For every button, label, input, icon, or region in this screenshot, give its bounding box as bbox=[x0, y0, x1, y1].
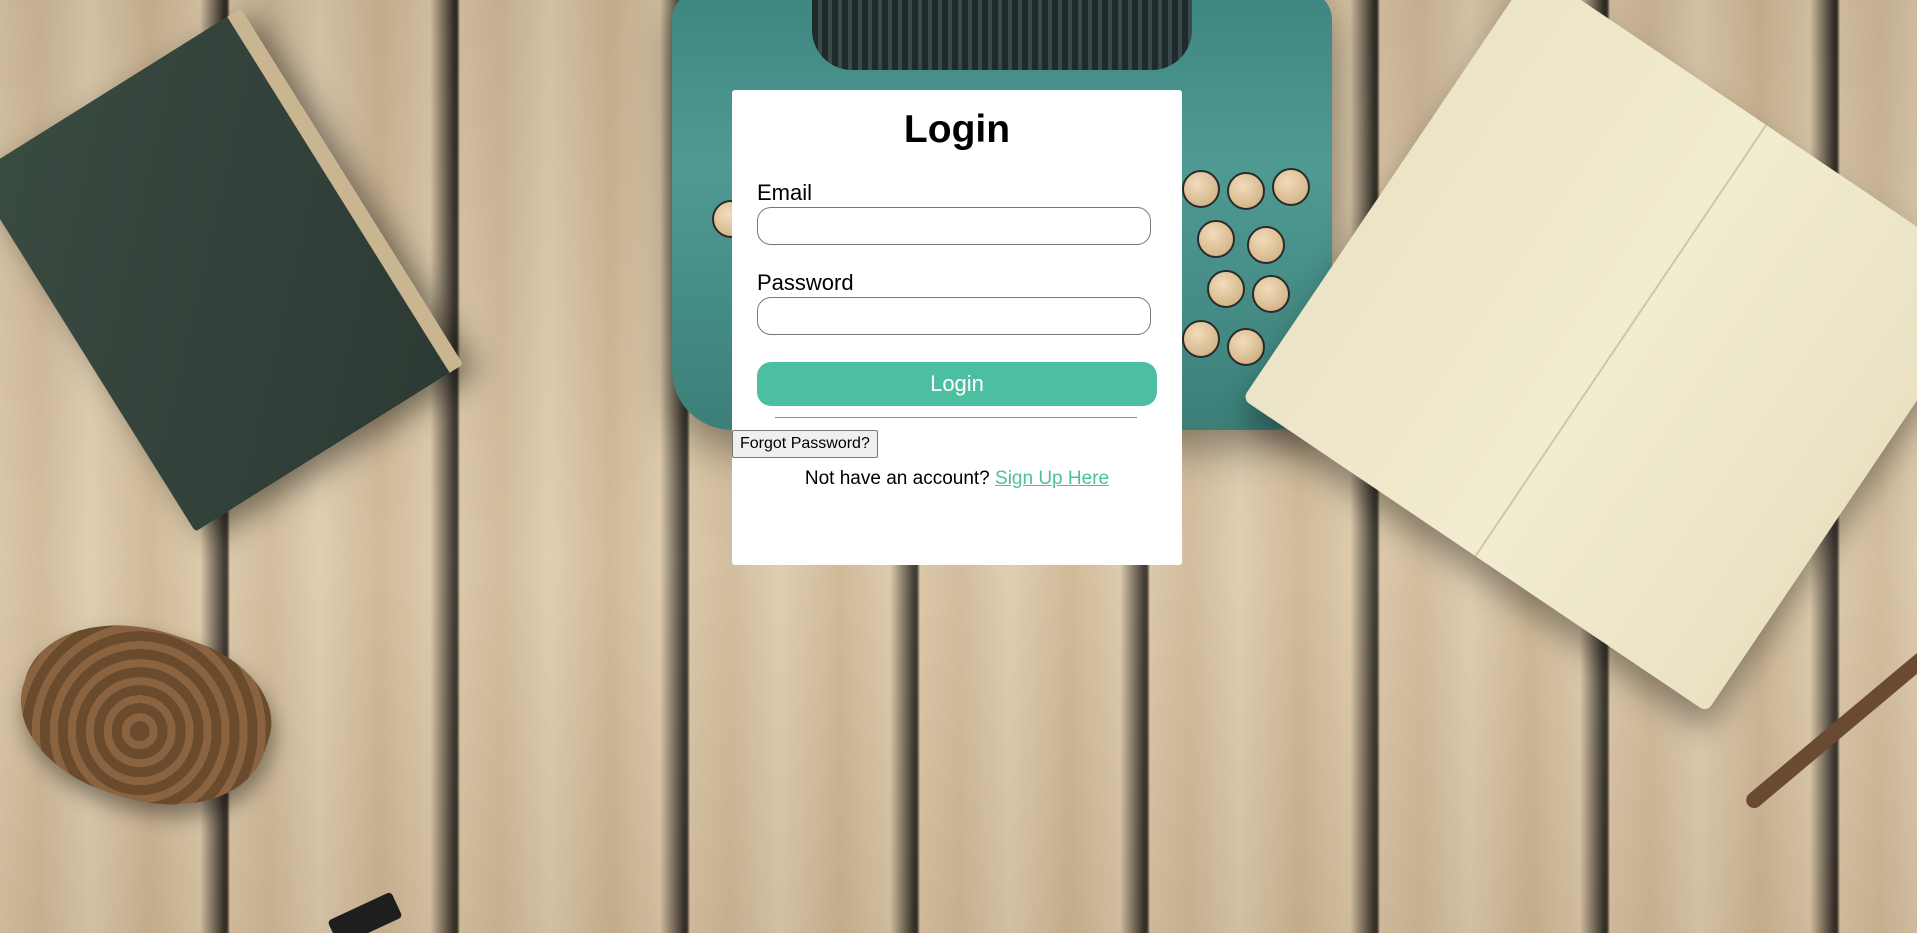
email-label: Email bbox=[757, 180, 813, 205]
login-title: Login bbox=[903, 108, 1011, 151]
typewriter-key bbox=[1247, 226, 1285, 264]
typewriter-key bbox=[1252, 275, 1290, 313]
password-input[interactable] bbox=[757, 297, 1151, 335]
signup-prompt: Not have an account? bbox=[804, 468, 990, 489]
typewriter-key bbox=[1197, 220, 1235, 258]
divider bbox=[775, 417, 1137, 418]
typewriter-key bbox=[1207, 270, 1245, 308]
forgot-password-button[interactable]: Forgot Password? bbox=[732, 430, 878, 458]
typewriter-key bbox=[1227, 172, 1265, 210]
signup-line: Not have an account? Sign Up Here bbox=[732, 468, 1182, 490]
typewriter-key bbox=[1272, 168, 1310, 206]
typewriter-key bbox=[1182, 170, 1220, 208]
typewriter-roller bbox=[812, 0, 1192, 70]
login-card: Login Email Password Login Forgot Passwo… bbox=[732, 90, 1182, 565]
email-input[interactable] bbox=[757, 207, 1151, 245]
login-button[interactable]: Login bbox=[757, 362, 1157, 406]
typewriter-key bbox=[1227, 328, 1265, 366]
password-label: Password bbox=[757, 270, 854, 295]
signup-link[interactable]: Sign Up Here bbox=[995, 468, 1109, 489]
typewriter-key bbox=[1182, 320, 1220, 358]
